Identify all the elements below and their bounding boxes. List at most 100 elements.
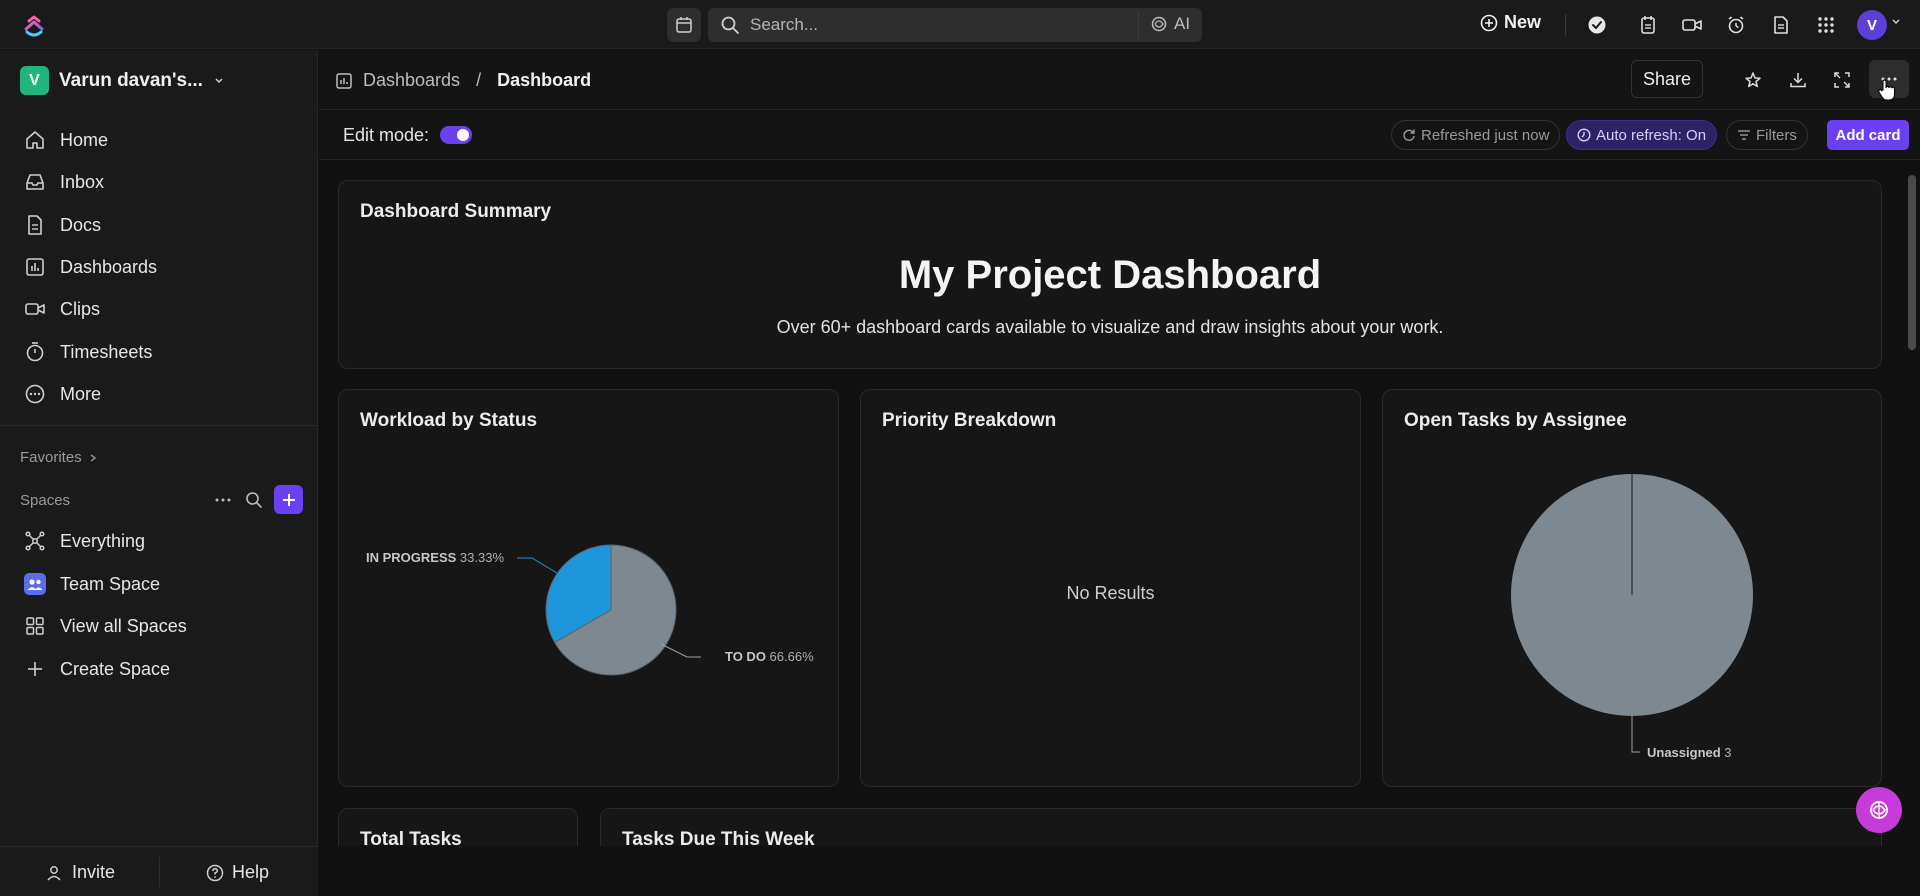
create-space[interactable]: Create Space <box>24 658 170 680</box>
space-team-space[interactable]: Team Space <box>24 573 160 595</box>
page-header: Dashboards / Dashboard Share <box>319 50 1920 110</box>
edit-mode-toggle[interactable] <box>440 126 472 144</box>
help-icon <box>206 864 224 881</box>
invite-label: Invite <box>72 862 116 882</box>
spaces-section[interactable]: Spaces <box>20 492 70 509</box>
card-title: Total Tasks <box>360 829 462 846</box>
share-button[interactable]: Share <box>1631 60 1703 98</box>
add-card-button[interactable]: Add card <box>1827 120 1909 150</box>
edit-mode-label: Edit mode: <box>343 125 430 145</box>
nav-docs[interactable]: Docs <box>24 214 101 236</box>
ai-sparkle-icon <box>1870 801 1888 819</box>
nav-label: Timesheets <box>60 341 153 362</box>
dashboards-icon <box>26 258 44 276</box>
scrollbar[interactable] <box>1904 161 1920 846</box>
space-label: View all Spaces <box>60 615 187 636</box>
scrollbar-thumb[interactable] <box>1908 175 1916 350</box>
nav-clips[interactable]: Clips <box>24 298 100 320</box>
workspace-switcher[interactable]: V Varun davan's... <box>20 66 225 95</box>
filter-icon <box>1738 130 1750 140</box>
user-plus-icon <box>47 865 61 881</box>
footer-divider <box>159 857 160 887</box>
dashboard-canvas: Dashboard Summary My Project Dashboard O… <box>319 161 1901 846</box>
pie-leader-line <box>1631 716 1640 753</box>
notepad-icon[interactable] <box>1637 14 1659 36</box>
priority-breakdown-card[interactable]: Priority Breakdown No Results <box>860 389 1361 787</box>
search-icon <box>721 16 739 34</box>
search-bar[interactable]: Search... AI <box>708 8 1202 42</box>
user-avatar[interactable]: V <box>1857 10 1887 40</box>
nav-dashboards[interactable]: Dashboards <box>24 256 157 278</box>
nav-more[interactable]: More <box>24 383 101 405</box>
nav-label: Docs <box>60 214 102 235</box>
filters-label: Filters <box>1756 126 1797 144</box>
hand-cursor-icon <box>1878 79 1895 101</box>
download-icon[interactable] <box>1787 69 1809 91</box>
plus-circle-icon <box>1480 14 1498 31</box>
breadcrumb-dashboards[interactable]: Dashboards <box>363 70 460 91</box>
apps-grid-icon[interactable] <box>1815 14 1837 36</box>
dashboards-icon <box>336 72 352 89</box>
plus-icon <box>28 662 42 676</box>
nav-label: Dashboards <box>60 256 158 277</box>
clock-icon <box>1577 128 1591 142</box>
chevron-down-icon <box>215 77 223 83</box>
nav-label: More <box>60 383 102 404</box>
topbar-divider <box>1565 14 1566 36</box>
check-circle-icon[interactable] <box>1586 14 1608 36</box>
space-label: Team Space <box>60 573 161 594</box>
nav-timesheets[interactable]: Timesheets <box>24 341 152 363</box>
plus-icon <box>282 493 295 506</box>
refreshed-label: Refreshed just now <box>1421 126 1550 144</box>
refresh-status-button[interactable]: Refreshed just now <box>1391 120 1561 150</box>
new-button[interactable]: New <box>1480 12 1541 33</box>
favorites-section[interactable]: Favorites <box>20 449 98 466</box>
document-icon[interactable] <box>1770 14 1792 36</box>
breadcrumb-current[interactable]: Dashboard <box>497 70 591 91</box>
tasks-due-this-week-card[interactable]: Tasks Due This Week <box>600 808 1882 846</box>
breadcrumb: Dashboards / Dashboard <box>335 70 591 91</box>
pie-leader-line <box>517 557 558 574</box>
video-icon[interactable] <box>1681 14 1703 36</box>
search-divider <box>1138 12 1139 38</box>
no-results-text: No Results <box>1066 583 1155 603</box>
ellipsis-icon[interactable] <box>214 497 232 503</box>
dashboard-summary-card[interactable]: Dashboard Summary My Project Dashboard O… <box>338 180 1882 369</box>
add-space-button[interactable] <box>274 485 303 514</box>
timesheets-icon <box>26 342 44 362</box>
sidebar-footer: Invite Help <box>0 846 318 896</box>
expand-icon[interactable] <box>1831 69 1853 91</box>
summary-heading: My Project Dashboard <box>898 253 1322 297</box>
nav-label: Inbox <box>60 171 105 192</box>
chevron-down-icon[interactable] <box>1891 17 1901 27</box>
star-icon[interactable] <box>1742 69 1764 91</box>
breadcrumb-separator: / <box>476 70 482 90</box>
help-button[interactable]: Help <box>206 862 269 883</box>
nav-home[interactable]: Home <box>24 129 108 151</box>
pie-label: IN PROGRESS 33.33% <box>366 550 504 565</box>
favorites-label: Favorites <box>20 449 82 466</box>
filters-button[interactable]: Filters <box>1726 120 1808 150</box>
grid-icon <box>26 617 44 635</box>
workload-by-status-card[interactable]: Workload by Status IN PROGRESS 33.33% TO … <box>338 389 839 787</box>
nav-label: Home <box>60 129 109 150</box>
auto-refresh-button[interactable]: Auto refresh: On <box>1566 120 1718 150</box>
space-everything[interactable]: Everything <box>24 530 145 552</box>
nav-inbox[interactable]: Inbox <box>24 171 104 193</box>
view-all-spaces[interactable]: View all Spaces <box>24 615 187 637</box>
invite-button[interactable]: Invite <box>46 862 115 883</box>
calendar-icon <box>676 17 692 33</box>
search-icon[interactable] <box>245 491 263 509</box>
ai-assistant-button[interactable] <box>1856 787 1902 833</box>
open-tasks-by-assignee-card[interactable]: Open Tasks by Assignee Unassigned 3 <box>1382 389 1882 787</box>
workload-pie-chart: IN PROGRESS 33.33% TO DO 66.66% <box>366 544 814 676</box>
edit-toolbar: Edit mode: Refreshed just now Auto refre… <box>319 111 1920 160</box>
ai-button[interactable]: AI <box>1150 14 1190 34</box>
total-tasks-card[interactable]: Total Tasks <box>338 808 578 846</box>
pie-leader-line <box>660 643 701 658</box>
calendar-button[interactable] <box>667 8 701 42</box>
clickup-logo-icon[interactable] <box>22 13 46 37</box>
alarm-clock-icon[interactable] <box>1725 14 1747 36</box>
space-label: Everything <box>60 530 146 551</box>
summary-subtitle: Over 60+ dashboard cards available to vi… <box>776 317 1444 337</box>
